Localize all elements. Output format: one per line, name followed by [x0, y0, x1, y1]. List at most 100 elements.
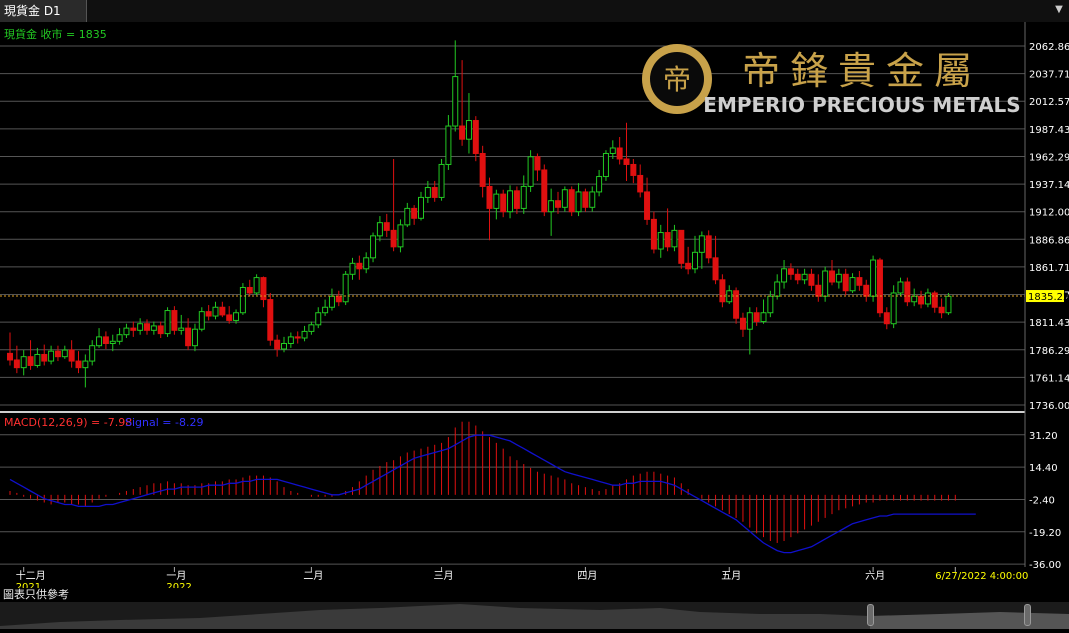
candle-body	[623, 158, 630, 165]
candle-body	[404, 207, 411, 226]
candle-body	[863, 284, 870, 297]
candle-body	[465, 120, 472, 140]
candle-body	[801, 273, 808, 281]
candle-body	[438, 163, 445, 198]
candle-body	[486, 185, 493, 209]
price-tick-label: 1786.29	[1029, 346, 1069, 357]
candle-body	[931, 292, 938, 308]
candle-body	[68, 349, 75, 362]
candle-body	[191, 328, 198, 347]
candle-body	[363, 257, 370, 270]
candle-body	[472, 120, 479, 154]
candle-body	[75, 360, 82, 369]
logo-english: EMPERIO PRECIOUS METALS	[703, 93, 1020, 117]
price-tick-label: 1886.86	[1029, 235, 1069, 246]
candle-body	[48, 350, 55, 362]
candle-body	[904, 281, 911, 303]
footer-note: 圖表只供參考	[0, 588, 1069, 602]
candle-body	[239, 286, 246, 314]
candle-body	[938, 306, 945, 314]
candle-body	[452, 76, 459, 127]
tab-chart[interactable]: 現貨金 D1	[0, 0, 87, 22]
candle-body	[185, 327, 192, 347]
candle-body	[678, 229, 685, 264]
time-tick-label: 五月	[721, 570, 741, 582]
candle-body	[541, 169, 548, 213]
macd-tick-label: -2.40	[1029, 495, 1055, 506]
time-tick-label: 一月	[166, 570, 186, 582]
candle-body	[294, 336, 301, 339]
candle-body	[829, 270, 835, 283]
candle-body	[116, 334, 123, 342]
candle-body	[308, 324, 315, 332]
candle-body	[246, 286, 253, 294]
candle-body	[534, 156, 541, 171]
candle-body	[328, 295, 335, 308]
candle-body	[644, 191, 651, 220]
chart-navigator[interactable]	[0, 602, 1069, 629]
candle-body	[897, 281, 904, 294]
candle-body	[370, 235, 377, 259]
candle-body	[383, 222, 390, 231]
candle-body	[102, 336, 109, 344]
macd-tick-label: -19.20	[1029, 528, 1061, 539]
candle-body	[164, 310, 171, 335]
candle-body	[123, 327, 130, 336]
candle-body	[911, 295, 918, 303]
logo-chinese: 帝鋒貴金屬	[742, 49, 982, 93]
candle-body	[719, 279, 726, 303]
candle-body	[493, 193, 500, 209]
candle-body	[34, 353, 41, 366]
price-tick-label: 2037.71	[1029, 70, 1069, 81]
macd-tick-label: 31.20	[1029, 431, 1058, 442]
candle-body	[287, 336, 294, 344]
tab-title: 現貨金 D1	[4, 4, 61, 18]
candle-body	[918, 295, 925, 305]
signal-label: Signal = -8.29	[125, 416, 203, 429]
candle-body	[281, 342, 287, 350]
candle-body	[548, 200, 555, 213]
price-tick-label: 1736.00	[1029, 401, 1069, 412]
candle-body	[671, 229, 678, 248]
candle-body	[89, 345, 96, 362]
candle-body	[96, 336, 103, 347]
tab-menu-icon[interactable]: ▼	[1053, 2, 1065, 18]
chart-area[interactable]: 帝 帝鋒貴金屬 EMPERIO PRECIOUS METALS 2062.86 2…	[0, 22, 1069, 588]
candle-body	[322, 306, 329, 314]
candle-body	[856, 277, 863, 286]
price-tick-label: 2012.57	[1029, 97, 1069, 108]
candle-body	[637, 174, 644, 193]
candle-body	[760, 312, 767, 323]
price-panel-label: 現貨金 收市 = 1835	[4, 27, 107, 41]
candle-body	[507, 190, 514, 213]
candle-body	[137, 323, 144, 331]
navigator-left-handle[interactable]	[867, 604, 874, 626]
candle-body	[27, 356, 34, 366]
price-tick-label: 1962.29	[1029, 152, 1069, 163]
candle-body	[500, 193, 507, 213]
candle-body	[835, 273, 842, 283]
candle-body	[630, 163, 637, 176]
candle-body	[698, 235, 705, 253]
price-tick-label: 1987.43	[1029, 125, 1069, 136]
candle-body	[794, 273, 801, 281]
price-tick-label: 1912.00	[1029, 208, 1069, 219]
candle-body	[54, 350, 61, 358]
candle-body	[301, 330, 308, 339]
candle-body	[109, 340, 116, 344]
price-tick-label: 2062.86	[1029, 42, 1069, 53]
candle-body	[767, 295, 774, 314]
candle-body	[808, 273, 815, 286]
candle-body	[13, 359, 20, 369]
time-tick-label: 三月	[434, 570, 454, 582]
candle-body	[20, 356, 27, 369]
candle-body	[219, 306, 226, 316]
candle-body	[945, 295, 952, 314]
macd-label: MACD(12,26,9) = -7.98	[4, 416, 132, 429]
candle-body	[787, 268, 794, 275]
candle-body	[431, 187, 438, 198]
candle-body	[589, 191, 596, 208]
navigator-right-handle[interactable]	[1024, 604, 1031, 626]
candle-body	[445, 125, 452, 165]
candle-body	[527, 156, 534, 187]
